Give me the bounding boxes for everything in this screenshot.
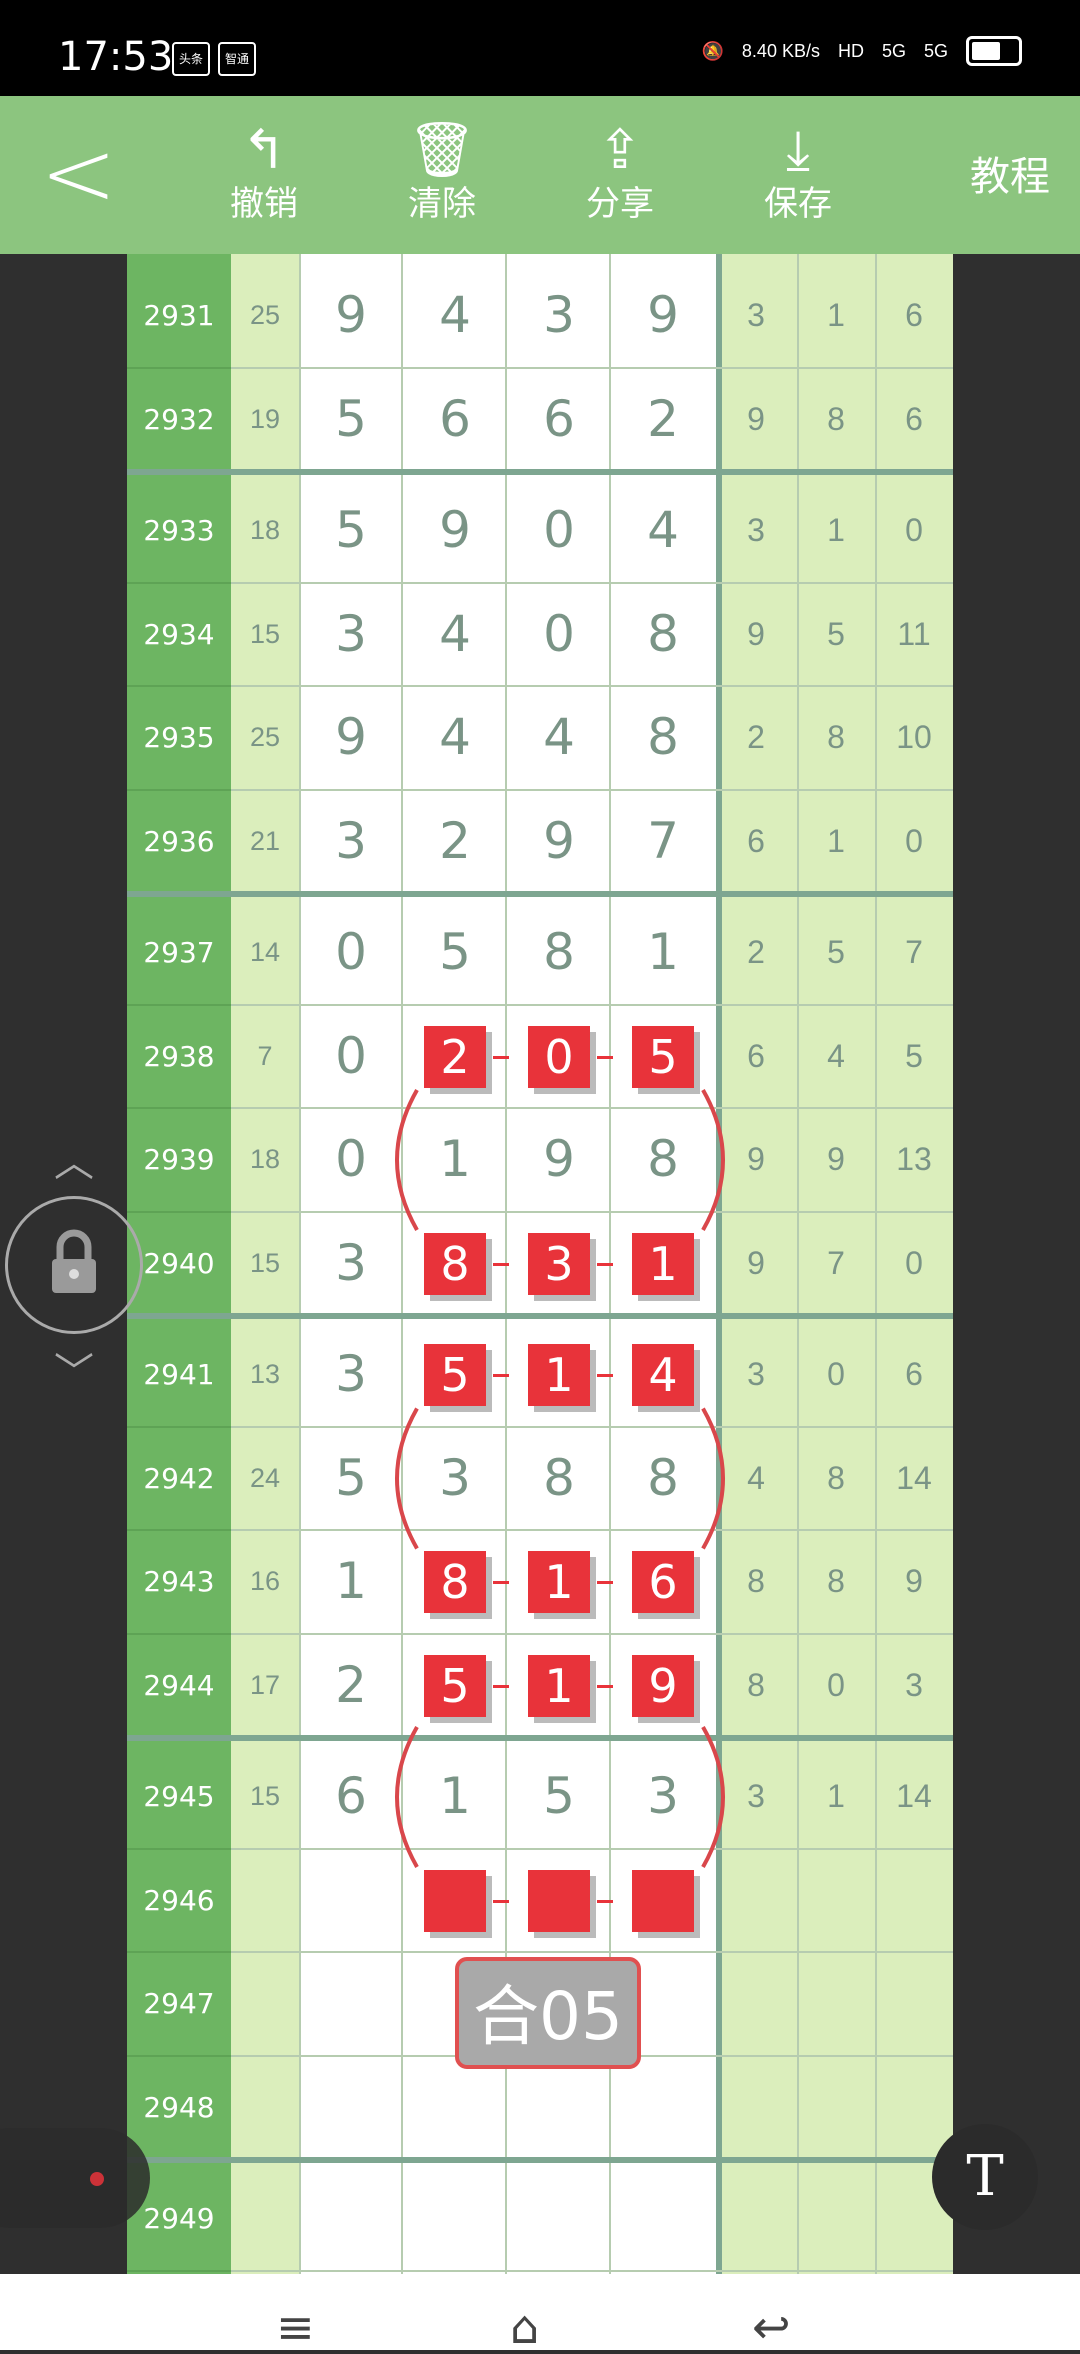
share-label: 分享 (586, 184, 654, 224)
clear-button[interactable]: 🗑 清除 (382, 116, 502, 224)
battery-icon (966, 36, 1022, 66)
tutorial-button[interactable]: 教程 (970, 144, 1050, 202)
bracket-left (395, 1089, 419, 1231)
bracket-right (701, 1726, 725, 1868)
undo-icon: ↰ (241, 118, 287, 181)
hd-icon: HD (837, 40, 864, 61)
chevron-up-icon[interactable]: ︿ (54, 1130, 94, 1188)
lock-icon (52, 1229, 96, 1293)
bracket-right (701, 1089, 725, 1231)
status-time: 17:53 (58, 34, 174, 80)
menu-icon[interactable]: ≡ (276, 2300, 315, 2354)
lock-button[interactable] (5, 1196, 143, 1334)
trash-icon: 🗑 (407, 118, 477, 181)
back-icon: < (40, 120, 118, 227)
clear-label: 清除 (408, 184, 476, 224)
share-icon: ⇪ (597, 118, 643, 181)
chevron-down-icon[interactable]: ﹀ (54, 1340, 94, 1398)
signal-5g-icon: 5G (881, 40, 906, 61)
record-button[interactable] (0, 2128, 150, 2228)
status-bar: 17:53 头条 智通 🔕 8.40 KB/s HD 5G 5G (0, 0, 1080, 96)
sum-hint-badge[interactable]: 合05 (455, 1957, 641, 2069)
status-indicators: 🔕 8.40 KB/s HD 5G 5G (701, 36, 1022, 66)
app-notification-icon: 头条 (172, 42, 210, 76)
mute-icon: 🔕 (701, 40, 724, 61)
share-button[interactable]: ⇪ 分享 (560, 116, 680, 224)
undo-label: 撤销 (230, 184, 298, 224)
record-dot-icon (90, 2172, 104, 2186)
back-button[interactable]: < (40, 128, 117, 220)
signal-5g-icon: 5G (923, 40, 948, 61)
download-icon: ⤓ (786, 118, 810, 181)
back-nav-icon[interactable]: ↩ (752, 2300, 791, 2354)
bracket-right (701, 1407, 725, 1550)
undo-button[interactable]: ↰ 撤销 (204, 116, 324, 224)
save-label: 保存 (764, 184, 832, 224)
network-speed: 8.40 KB/s (741, 40, 820, 61)
bracket-left (395, 1726, 419, 1868)
top-toolbar: < ↰ 撤销 🗑 清除 ⇪ 分享 ⤓ 保存 教程 (0, 96, 1080, 254)
home-icon[interactable]: ⌂ (510, 2300, 539, 2354)
save-button[interactable]: ⤓ 保存 (738, 116, 858, 224)
text-tool-button[interactable]: T (932, 2124, 1038, 2230)
system-nav-bar: ≡ ⌂ ↩ (0, 2274, 1080, 2354)
bracket-left (395, 1407, 419, 1550)
app-notification-icon: 智通 (218, 42, 256, 76)
